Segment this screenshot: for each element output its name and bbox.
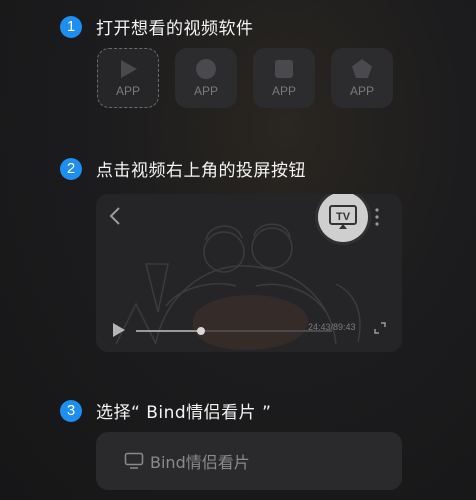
- app-tile-play[interactable]: APP: [97, 48, 159, 108]
- step-1: 1 打开想看的视频软件: [60, 14, 254, 39]
- step-number-badge: 1: [60, 15, 82, 38]
- step-title: 选择“ Bind情侣看片 ”: [96, 403, 272, 423]
- tv-cast-icon: TV: [329, 205, 357, 229]
- back-chevron-icon[interactable]: [108, 206, 122, 226]
- app-tile-pentagon[interactable]: APP: [331, 48, 393, 108]
- cast-button[interactable]: TV: [318, 194, 368, 242]
- playback-time: 24:43/89:43: [308, 322, 356, 332]
- app-tile-circle[interactable]: APP: [175, 48, 237, 108]
- pentagon-icon: [352, 59, 372, 78]
- step-title: 点击视频右上角的投屏按钮: [96, 161, 306, 181]
- circle-icon: [196, 59, 216, 79]
- bind-device-label: Bind情侣看片: [150, 453, 250, 472]
- step-title: 打开想看的视频软件: [96, 19, 254, 39]
- play-icon[interactable]: [112, 322, 126, 338]
- svg-text:TV: TV: [336, 211, 351, 223]
- fullscreen-icon[interactable]: [374, 322, 386, 334]
- square-icon: [275, 60, 293, 78]
- step-3: 3 选择“ Bind情侣看片 ”: [60, 398, 271, 423]
- app-label: APP: [271, 84, 296, 98]
- app-tile-square[interactable]: APP: [253, 48, 315, 108]
- play-icon: [121, 60, 137, 78]
- bind-device-button[interactable]: Bind情侣看片: [96, 432, 402, 490]
- monitor-icon: [124, 452, 144, 469]
- step-number-badge: 2: [60, 157, 82, 180]
- more-vertical-icon[interactable]: [374, 206, 380, 228]
- progress-knob[interactable]: [196, 327, 205, 335]
- step-2: 2 点击视频右上角的投屏按钮: [60, 156, 306, 181]
- app-label: APP: [115, 84, 140, 98]
- video-player-mockup: TV 24:43/89:43: [96, 194, 402, 352]
- app-label: APP: [349, 84, 374, 98]
- app-list: APP APP APP APP: [97, 48, 393, 108]
- app-label: APP: [193, 84, 218, 98]
- progress-bar[interactable]: [136, 327, 332, 335]
- progress-fill: [136, 330, 201, 332]
- step-number-badge: 3: [60, 399, 82, 422]
